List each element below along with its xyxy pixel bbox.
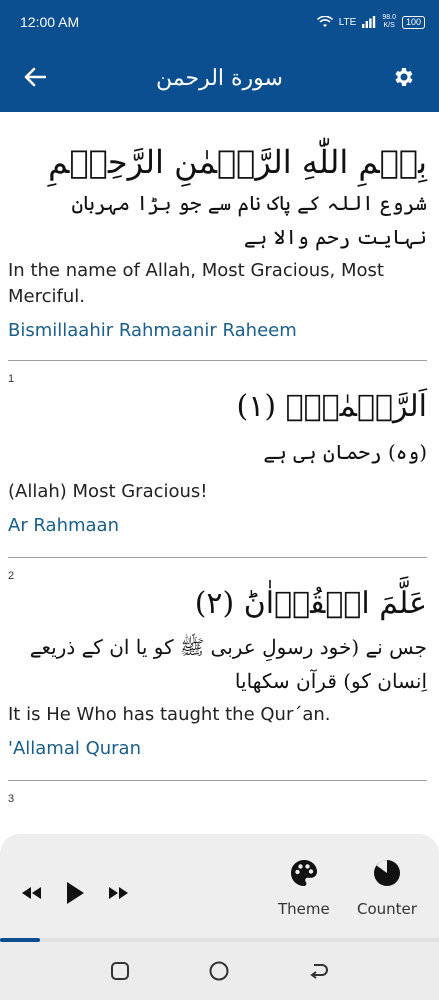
verse-arabic: عَلَّمَ الۡقُرۡاٰنَؕ‏ (۲): [194, 586, 427, 621]
recent-apps-button[interactable]: [106, 957, 134, 985]
back-button[interactable]: [20, 62, 50, 92]
verse-english: In the name of Allah, Most Gracious, Mos…: [8, 260, 384, 307]
status-icons: LTE 98.0 K/S 100: [316, 14, 425, 30]
play-icon: [67, 882, 84, 904]
rewind-icon: [22, 887, 41, 899]
verse-number: 3: [8, 793, 15, 805]
gear-icon: [395, 68, 413, 86]
audio-player: Theme Counter: [0, 834, 439, 942]
verse-urdu: (وہ) رحمان ہی ہے: [263, 440, 427, 464]
rewind-button[interactable]: [14, 876, 48, 910]
verse-1: 1 اَلرَّحۡمٰنُۙ‏ (۱) (وہ) رحمان ہی ہے (A…: [8, 367, 427, 558]
circle-icon: [209, 961, 229, 981]
verse-2: 2 عَلَّمَ الۡقُرۡاٰنَؕ‏ (۲) جس نے (خود ر…: [8, 564, 427, 781]
verse-transliteration: Bismillaahir Rahmaanir Raheem: [8, 320, 297, 341]
fast-forward-button[interactable]: [102, 876, 136, 910]
square-icon: [110, 962, 129, 980]
status-bar: 12:00 AM LTE 98.0 K/S 100: [0, 0, 439, 44]
verse-arabic: اَلرَّحۡمٰنُۙ‏ (۱): [236, 389, 427, 424]
verse-transliteration: 'Allamal Quran: [8, 738, 141, 759]
home-button[interactable]: [205, 957, 233, 985]
net-speed: 98.0 K/S: [382, 14, 396, 30]
palette-icon: [290, 860, 317, 886]
return-arrow-icon: [310, 964, 329, 979]
net-speed-unit: K/S: [383, 22, 395, 29]
verse-urdu: جس نے (خود رسولِ عربی ﷺ کو یا ان کے ذریع…: [29, 635, 427, 693]
theme-label: Theme: [278, 900, 330, 918]
play-button[interactable]: [58, 876, 92, 910]
verse-3: 3: [8, 787, 427, 805]
system-back-button[interactable]: [305, 957, 333, 985]
verse-number: 1: [8, 373, 15, 385]
battery-indicator: 100: [401, 15, 425, 29]
network-label: LTE: [338, 16, 357, 28]
counter-button[interactable]: Counter: [357, 858, 417, 918]
verse-english: (Allah) Most Gracious!: [8, 481, 208, 502]
verse-arabic: بِسۡمِ اللّٰهِ الرَّحۡمٰنِ الرَّحِيۡمِ: [48, 143, 427, 181]
wifi-icon: [316, 16, 333, 27]
app-bar: سورة الرحمن: [0, 44, 439, 112]
verse-list[interactable]: بِسۡمِ اللّٰهِ الرَّحۡمٰنِ الرَّحِيۡمِ ش…: [0, 112, 439, 834]
theme-button[interactable]: Theme: [278, 858, 330, 918]
system-nav-bar: [0, 942, 439, 1000]
verse-transliteration: Ar Rahmaan: [8, 515, 119, 536]
settings-button[interactable]: [389, 62, 419, 92]
arrow-left-icon: [24, 67, 46, 87]
signal-icon: [362, 16, 376, 28]
net-speed-value: 98.0: [382, 14, 396, 21]
verse-urdu: شروع اللہ کے پاک نام سے جو بڑا مہربان نہ…: [71, 191, 427, 249]
verse-number: 2: [8, 570, 15, 582]
verse-english: It is He Who has taught the Qur´an.: [8, 704, 331, 725]
verse-bismillah: بِسۡمِ اللّٰهِ الرَّحۡمٰنِ الرَّحِيۡمِ ش…: [8, 112, 427, 361]
pie-timer-icon: [373, 860, 400, 886]
page-title: سورة الرحمن: [156, 65, 283, 91]
fast-forward-icon: [109, 887, 128, 899]
status-time: 12:00 AM: [20, 14, 80, 30]
counter-label: Counter: [357, 900, 417, 918]
